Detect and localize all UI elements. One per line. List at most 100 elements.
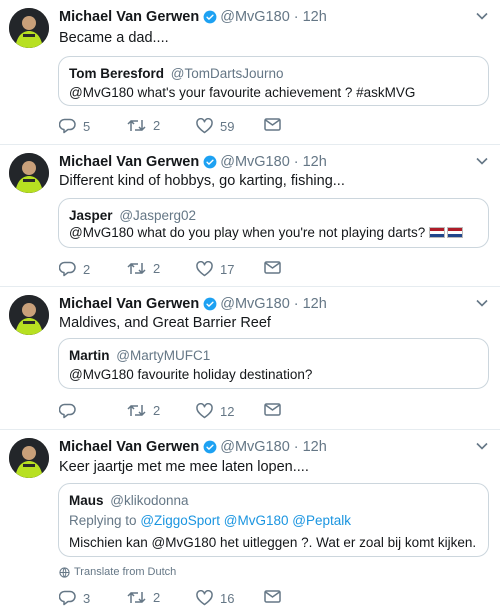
avatar[interactable] [9, 8, 49, 48]
retweet-button[interactable]: 2 [127, 403, 160, 418]
like-button[interactable]: 16 [196, 590, 234, 606]
quoted-author-handle: @TomDartsJourno [170, 66, 284, 81]
quoted-tweet-header: Martin @MartyMUFC1 [69, 348, 210, 363]
verified-badge-icon [203, 10, 217, 24]
tweet-header: Michael Van Gerwen @MvG180 · 12h [59, 439, 327, 455]
tweet-time[interactable]: 12h [303, 154, 327, 170]
author-handle[interactable]: @MvG180 [220, 154, 290, 170]
quoted-tweet-text: @MvG180 what's your favourite achievemen… [69, 85, 415, 100]
like-count: 16 [220, 590, 235, 606]
retweet-icon [127, 262, 146, 275]
retweet-button[interactable]: 2 [127, 118, 160, 133]
author-name[interactable]: Michael Van Gerwen [59, 296, 199, 312]
separator-dot: · [293, 154, 299, 170]
heart-icon [196, 403, 213, 419]
envelope-icon [264, 403, 281, 416]
verified-badge-icon [203, 155, 217, 169]
author-name[interactable]: Michael Van Gerwen [59, 9, 199, 25]
like-button[interactable]: 59 [196, 118, 234, 134]
envelope-icon [264, 590, 281, 603]
tweet[interactable]: Michael Van Gerwen @MvG180 · 12h Became … [0, 0, 500, 145]
separator-dot: · [293, 296, 299, 312]
replying-to: Replying to @ZiggoSport @MvG180 @Peptalk [69, 513, 351, 528]
netherlands-flag-icon [429, 227, 446, 238]
translate-label: Translate from Dutch [74, 566, 177, 578]
quoted-tweet-text: @MvG180 favourite holiday destination? [69, 367, 312, 382]
quoted-tweet[interactable]: Jasper @Jasperg02 @MvG180 what do you pl… [58, 198, 489, 248]
quoted-author-name: Maus [69, 493, 104, 508]
reply-button[interactable]: 2 [59, 261, 90, 277]
like-count: 59 [220, 118, 235, 134]
retweet-count: 2 [153, 403, 161, 418]
direct-message-button[interactable] [264, 261, 281, 274]
verified-badge-icon [203, 440, 217, 454]
quoted-tweet[interactable]: Martin @MartyMUFC1 @MvG180 favourite hol… [58, 338, 489, 389]
separator-dot: · [293, 9, 299, 25]
reply-count: 5 [83, 118, 91, 134]
avatar[interactable] [9, 438, 49, 478]
reply-icon [59, 118, 76, 134]
like-button[interactable]: 17 [196, 261, 234, 277]
quoted-tweet[interactable]: Tom Beresford @TomDartsJourno @MvG180 wh… [58, 56, 489, 106]
quoted-tweet-header: Maus @klikodonna [69, 493, 189, 508]
retweet-icon [127, 119, 146, 132]
translate-link[interactable]: Translate from Dutch [59, 566, 176, 578]
chevron-down-icon[interactable] [476, 299, 488, 307]
envelope-icon [264, 118, 281, 131]
replying-to-handles[interactable]: @ZiggoSport @MvG180 @Peptalk [140, 513, 351, 528]
tweet-time[interactable]: 12h [303, 439, 327, 455]
reply-icon [59, 403, 76, 419]
tweet-header: Michael Van Gerwen @MvG180 · 12h [59, 296, 327, 312]
author-handle[interactable]: @MvG180 [220, 439, 290, 455]
like-count: 12 [220, 403, 235, 419]
tweet-actions: 2 12 [59, 403, 299, 423]
author-handle[interactable]: @MvG180 [220, 296, 290, 312]
globe-icon [59, 566, 70, 578]
quoted-author-name: Jasper [69, 208, 113, 223]
direct-message-button[interactable] [264, 118, 281, 131]
reply-button[interactable]: 5 [59, 118, 90, 134]
heart-icon [196, 261, 213, 277]
quoted-text-content: @MvG180 favourite holiday destination? [69, 367, 313, 382]
reply-button[interactable]: 3 [59, 590, 90, 606]
direct-message-button[interactable] [264, 590, 281, 603]
reply-icon [59, 590, 76, 606]
tweet-text: Different kind of hobbys, go karting, fi… [59, 173, 345, 189]
netherlands-flag-icon [447, 227, 464, 238]
chevron-down-icon[interactable] [476, 157, 488, 165]
retweet-icon [127, 591, 146, 604]
tweet-time[interactable]: 12h [303, 9, 327, 25]
retweet-icon [127, 404, 146, 417]
quoted-tweet[interactable]: Maus @klikodonna Replying to @ZiggoSport… [58, 483, 489, 557]
retweet-count: 2 [153, 590, 161, 605]
author-handle[interactable]: @MvG180 [220, 9, 290, 25]
tweet-actions: 5 2 59 [59, 118, 299, 138]
retweet-count: 2 [153, 261, 161, 276]
tweet-actions: 3 2 16 [59, 590, 299, 610]
chevron-down-icon[interactable] [476, 12, 488, 20]
quoted-author-handle: @Jasperg02 [119, 208, 197, 223]
tweet[interactable]: Michael Van Gerwen @MvG180 · 12h Differe… [0, 145, 500, 287]
tweet-header: Michael Van Gerwen @MvG180 · 12h [59, 154, 327, 170]
retweet-button[interactable]: 2 [127, 261, 160, 276]
quoted-author-name: Tom Beresford [69, 66, 165, 81]
author-name[interactable]: Michael Van Gerwen [59, 439, 199, 455]
tweet-header: Michael Van Gerwen @MvG180 · 12h [59, 9, 327, 25]
quoted-tweet-text: @MvG180 what do you play when you're not… [69, 225, 464, 240]
heart-icon [196, 590, 213, 606]
chevron-down-icon[interactable] [476, 442, 488, 450]
quoted-tweet-header: Jasper @Jasperg02 [69, 208, 196, 223]
retweet-button[interactable]: 2 [127, 590, 160, 605]
direct-message-button[interactable] [264, 403, 281, 416]
reply-icon [59, 261, 76, 277]
author-name[interactable]: Michael Van Gerwen [59, 154, 199, 170]
tweet-time[interactable]: 12h [303, 296, 327, 312]
tweet[interactable]: Michael Van Gerwen @MvG180 · 12h Maldive… [0, 287, 500, 430]
reply-button[interactable] [59, 403, 83, 419]
like-button[interactable]: 12 [196, 403, 234, 419]
avatar[interactable] [9, 153, 49, 193]
tweet[interactable]: Michael Van Gerwen @MvG180 · 12h Keer ja… [0, 430, 500, 610]
avatar[interactable] [9, 295, 49, 335]
retweet-count: 2 [153, 118, 161, 133]
verified-badge-icon [203, 297, 217, 311]
